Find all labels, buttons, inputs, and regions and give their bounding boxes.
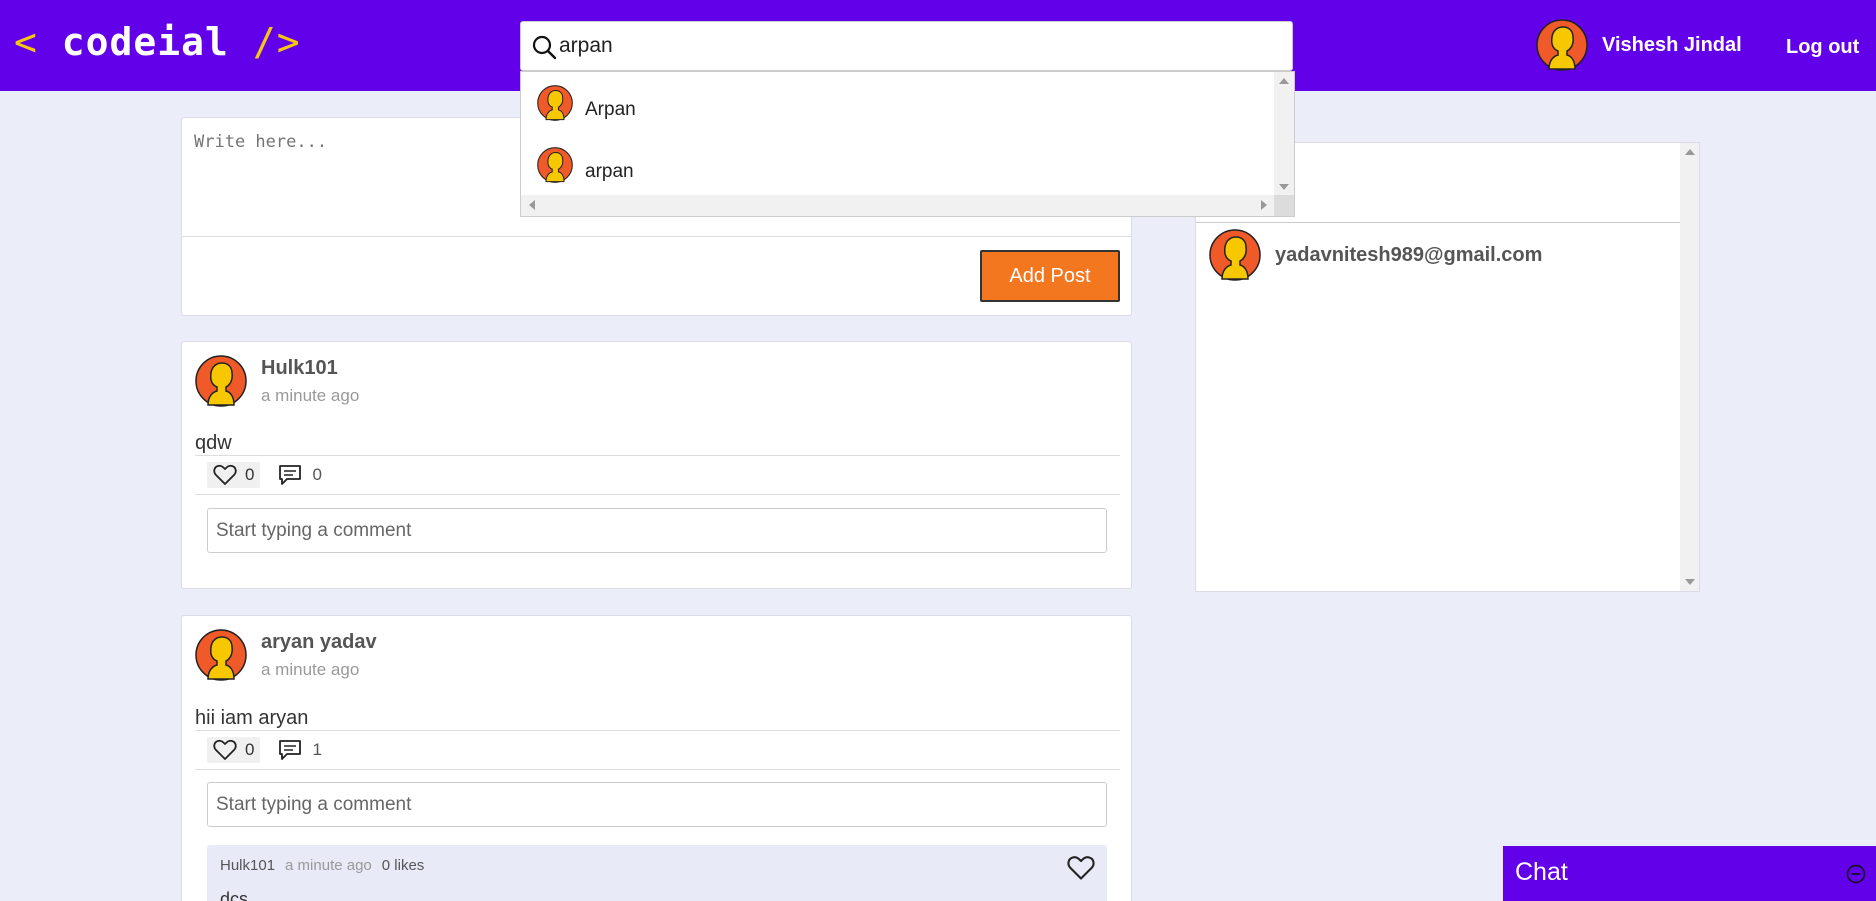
divider [195,769,1120,770]
search-bar [520,21,1293,71]
post-author[interactable]: aryan yadav [261,631,377,654]
search-result-item[interactable]: Arpan [537,90,636,130]
vertical-scrollbar[interactable] [1680,143,1699,591]
divider [182,236,1131,237]
divider [195,494,1120,495]
horizontal-scrollbar[interactable] [521,195,1275,216]
post-card: Hulk101 a minute ago qdw 0 0 [181,341,1132,589]
post-actions: 0 1 [207,737,322,763]
comment-item: Hulk101 a minute ago 0 likes dcs [207,845,1107,901]
comment-likes: 0 likes [381,857,425,874]
search-icon [532,35,557,60]
post-header: Hulk101 a minute ago [195,355,359,407]
author-avatar-icon[interactable] [195,355,247,407]
chat-bar[interactable]: Chat [1503,846,1876,901]
post-author[interactable]: Hulk101 [261,357,359,380]
divider [1196,222,1680,223]
logout-link[interactable]: Log out [1786,36,1859,59]
like-button[interactable]: 0 [207,737,261,763]
comments-button[interactable]: 1 [278,739,322,761]
friend-avatar-icon [1209,229,1261,281]
user-avatar-icon [1536,19,1588,71]
scroll-left-icon[interactable] [529,200,535,210]
comment-header: Hulk101 a minute ago 0 likes [220,857,424,874]
vertical-scrollbar[interactable] [1274,72,1294,196]
avatar-icon [537,147,573,183]
divider [195,730,1120,731]
like-count: 0 [245,465,255,484]
scroll-up-icon[interactable] [1685,149,1695,155]
comment-input[interactable] [207,508,1107,553]
logo-close-bracket: /> [252,20,301,64]
friend-email: yadavnitesh989@gmail.com [1275,243,1543,266]
scroll-right-icon[interactable] [1261,200,1267,210]
post-content: hii iam aryan [195,707,309,729]
comment-count: 0 [312,465,322,484]
heart-icon [213,464,237,486]
heart-icon [213,739,237,761]
logo-text: codeial [61,20,229,64]
post-time: a minute ago [261,660,360,679]
search-result-item[interactable]: arpan [537,152,634,192]
like-count: 0 [245,740,255,759]
comment-icon [278,464,302,486]
author-avatar-icon[interactable] [195,629,247,681]
post-header: aryan yadav a minute ago [195,629,377,681]
comments-button[interactable]: 0 [278,464,322,486]
comment-like-heart-icon[interactable] [1067,855,1095,881]
scroll-down-icon[interactable] [1685,579,1695,585]
search-input[interactable] [559,30,1259,62]
search-result-name: arpan [585,161,634,182]
scrollbar-corner [1274,195,1294,216]
comment-text: dcs [220,889,249,901]
comment-time: a minute ago [285,857,372,874]
user-profile-link[interactable]: Vishesh Jindal [1536,19,1742,71]
scroll-down-icon[interactable] [1279,184,1289,190]
chat-title: Chat [1515,858,1568,886]
friend-item[interactable]: yadavnitesh989@gmail.com [1209,229,1542,281]
app-logo[interactable]: < codeial /> [14,20,301,64]
minimize-icon[interactable] [1846,864,1866,884]
divider [195,455,1120,456]
logo-open-bracket: < [14,20,38,64]
post-content: qdw [195,432,232,454]
search-result-name: Arpan [585,99,636,120]
avatar-icon [537,85,573,121]
search-results-dropdown: Arpan arpan [520,71,1295,217]
add-post-button[interactable]: Add Post [980,250,1120,302]
like-button[interactable]: 0 [207,462,261,488]
comment-icon [278,739,302,761]
comment-author[interactable]: Hulk101 [220,857,275,874]
comment-count: 1 [312,740,322,759]
comment-input[interactable] [207,782,1107,827]
post-actions: 0 0 [207,462,322,488]
scroll-up-icon[interactable] [1279,78,1289,84]
user-name: Vishesh Jindal [1602,33,1742,56]
post-time: a minute ago [261,386,360,405]
